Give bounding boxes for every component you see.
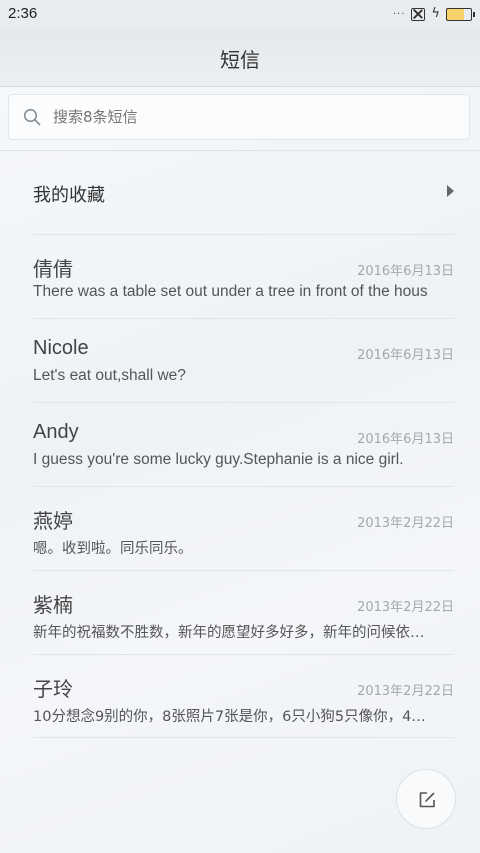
contact-name: 子玲 — [33, 679, 73, 701]
search-icon — [23, 108, 41, 126]
conversation-item[interactable]: 燕婷 2013年2月22日 嗯。收到啦。同乐同乐。 — [33, 486, 454, 570]
signal-dots-icon: ··· — [392, 8, 406, 20]
compose-icon — [419, 792, 435, 808]
contact-name: Nicole — [33, 337, 89, 359]
message-preview: 10分想念9别的你，8张照片7张是你，6只小狗5只像你，4… — [33, 709, 426, 725]
battery-icon — [446, 7, 475, 21]
compose-button[interactable] — [396, 769, 456, 829]
message-date: 2016年6月13日 — [357, 348, 454, 363]
conversation-item[interactable]: 子玲 2013年2月22日 10分想念9别的你，8张照片7张是你，6只小狗5只像… — [33, 654, 454, 738]
conversation-item[interactable]: Andy 2016年6月13日 I guess you're some luck… — [33, 402, 454, 486]
contact-name: Andy — [33, 421, 79, 443]
message-date: 2013年2月22日 — [357, 600, 454, 615]
conversation-item[interactable]: 紫楠 2013年2月22日 新年的祝福数不胜数，新年的愿望好多好多，新年的问候依… — [33, 570, 454, 654]
conversation-item[interactable]: 倩倩 2016年6月13日 There was a table set out … — [33, 234, 454, 318]
message-date: 2013年2月22日 — [357, 684, 454, 699]
message-date: 2016年6月13日 — [357, 264, 454, 279]
conversation-item[interactable]: Nicole 2016年6月13日 Let's eat out,shall we… — [33, 318, 454, 402]
chevron-right-icon — [447, 185, 454, 197]
favorites-row[interactable]: 我的收藏 — [0, 151, 480, 234]
charging-bolt-icon: ϟ — [431, 6, 440, 21]
status-time: 2:36 — [8, 5, 38, 22]
message-preview: Let's eat out,shall we? — [33, 367, 186, 384]
search-input[interactable] — [53, 108, 433, 126]
message-date: 2013年2月22日 — [357, 516, 454, 531]
page-title: 短信 — [220, 48, 260, 72]
status-icons: ··· ϟ — [392, 6, 475, 22]
message-preview: 嗯。收到啦。同乐同乐。 — [33, 541, 193, 557]
contact-name: 紫楠 — [33, 595, 73, 617]
no-sim-icon — [411, 7, 426, 21]
favorites-label: 我的收藏 — [33, 185, 105, 206]
message-preview: I guess you're some lucky guy.Stephanie … — [33, 451, 404, 468]
message-preview: There was a table set out under a tree i… — [33, 283, 428, 300]
conversation-list: 倩倩 2016年6月13日 There was a table set out … — [0, 234, 480, 738]
contact-name: 燕婷 — [33, 511, 73, 533]
header: 短信 — [0, 28, 480, 87]
status-bar: 2:36 ··· ϟ — [0, 0, 480, 28]
message-preview: 新年的祝福数不胜数，新年的愿望好多好多，新年的问候依… — [33, 625, 425, 641]
search-box[interactable] — [8, 94, 470, 140]
message-date: 2016年6月13日 — [357, 432, 454, 447]
contact-name: 倩倩 — [33, 259, 73, 281]
